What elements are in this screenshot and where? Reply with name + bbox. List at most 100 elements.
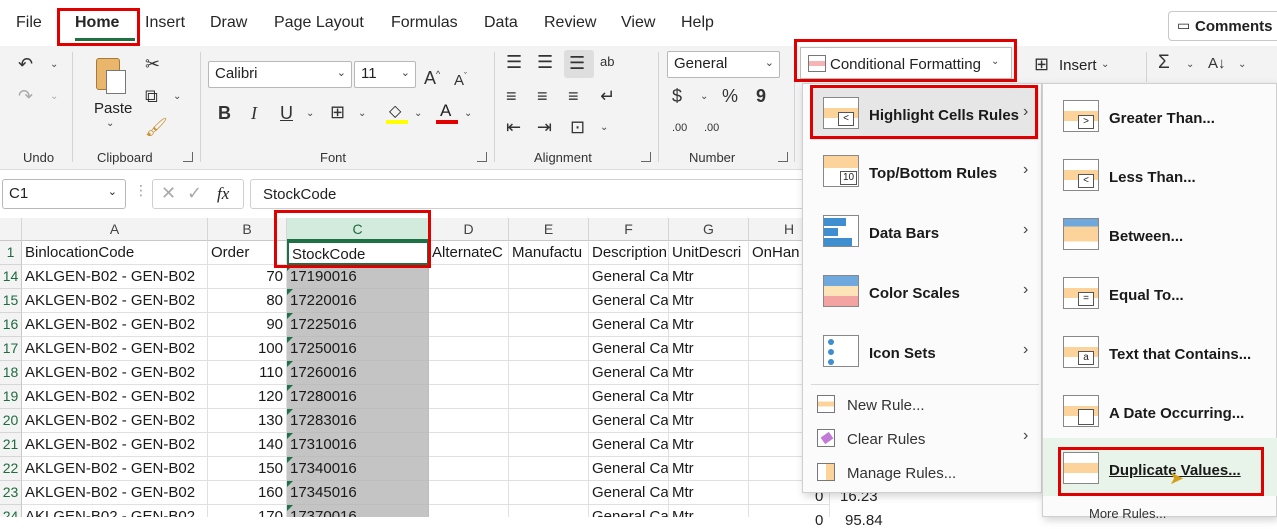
cell-a1[interactable]: BinlocationCode [22, 241, 208, 265]
table-cell[interactable]: General Ca [589, 385, 669, 409]
column-header-d[interactable]: D [429, 218, 509, 241]
tab-file[interactable]: File [16, 14, 42, 32]
tab-page-layout[interactable]: Page Layout [274, 14, 364, 32]
formula-bar-grip-icon[interactable]: ⋮ [134, 182, 148, 199]
cell-e1[interactable]: Manufactu [509, 241, 589, 265]
align-middle-icon[interactable]: ☰ [537, 52, 553, 72]
align-top-icon[interactable]: ☰ [506, 52, 522, 72]
name-box[interactable]: C1 ⌄ [2, 179, 126, 209]
conditional-formatting-button[interactable]: Conditional Formatting ⌄ [800, 47, 1012, 79]
paste-dropdown-icon[interactable]: ⌄ [106, 118, 114, 129]
cell-i24[interactable]: 95.84 [845, 512, 883, 529]
table-cell[interactable]: Mtr [669, 433, 749, 457]
comments-button[interactable]: ▭ Comments [1168, 11, 1277, 41]
table-cell[interactable] [429, 433, 509, 457]
menu-item-clear-rules[interactable]: Clear Rules › [811, 422, 1039, 454]
menu-item-manage-rules[interactable]: Manage Rules... [811, 456, 1039, 488]
table-cell[interactable]: General Ca [589, 409, 669, 433]
table-cell[interactable]: Mtr [669, 361, 749, 385]
tab-review[interactable]: Review [544, 14, 596, 32]
table-cell[interactable]: Mtr [669, 289, 749, 313]
insert-dropdown-icon[interactable]: ⌄ [1101, 59, 1109, 70]
sort-dropdown-icon[interactable]: ⌄ [1238, 59, 1246, 70]
row-header[interactable]: 15 [0, 289, 22, 313]
table-cell[interactable]: AKLGEN-B02 - GEN-B02 [22, 409, 208, 433]
increase-indent-icon[interactable]: ⇥ [537, 117, 552, 137]
table-cell[interactable]: AKLGEN-B02 - GEN-B02 [22, 385, 208, 409]
copy-icon[interactable]: ⧉ [145, 86, 158, 106]
table-cell[interactable] [429, 337, 509, 361]
cell-g1[interactable]: UnitDescri [669, 241, 749, 265]
row-header[interactable]: 16 [0, 313, 22, 337]
decrease-font-icon[interactable]: Aˇ [454, 66, 467, 91]
table-cell[interactable]: General Ca [589, 481, 669, 505]
table-cell[interactable]: 17345016 [287, 481, 429, 505]
table-cell[interactable]: 17310016 [287, 433, 429, 457]
row-header[interactable]: 22 [0, 457, 22, 481]
table-cell[interactable] [429, 385, 509, 409]
row-header[interactable]: 19 [0, 385, 22, 409]
table-cell[interactable]: 17250016 [287, 337, 429, 361]
table-cell[interactable] [429, 289, 509, 313]
menu-item-more-rules[interactable]: More Rules... [1047, 500, 1273, 521]
align-center-icon[interactable]: ≡ [537, 86, 548, 106]
tab-help[interactable]: Help [681, 14, 714, 32]
select-all-corner[interactable] [0, 218, 22, 241]
underline-button[interactable]: U [280, 103, 293, 123]
worksheet-grid[interactable]: A B C D E F G H 1 BinlocationCode Order … [0, 218, 830, 517]
table-cell[interactable]: 17260016 [287, 361, 429, 385]
table-cell[interactable]: General Ca [589, 505, 669, 517]
table-cell[interactable] [509, 385, 589, 409]
borders-icon[interactable]: ⊞ [330, 102, 345, 122]
table-cell[interactable]: AKLGEN-B02 - GEN-B02 [22, 313, 208, 337]
font-launcher-icon[interactable] [477, 152, 487, 162]
increase-font-icon[interactable]: A^ [424, 64, 440, 88]
insert-function-button[interactable]: fx [217, 184, 229, 204]
sort-filter-icon[interactable]: A↓ [1208, 54, 1226, 74]
menu-item-greater-than[interactable]: > Greater Than... [1047, 90, 1273, 144]
wrap-text-icon[interactable]: ↵ [600, 86, 615, 106]
table-cell[interactable]: 170 [208, 505, 287, 517]
table-cell[interactable]: 130 [208, 409, 287, 433]
undo-icon[interactable]: ↶ [18, 54, 33, 74]
accounting-format-button[interactable]: $ [672, 86, 682, 106]
table-cell[interactable]: Mtr [669, 385, 749, 409]
cell-f1[interactable]: Description [589, 241, 669, 265]
table-cell[interactable] [509, 337, 589, 361]
table-cell[interactable]: 17283016 [287, 409, 429, 433]
table-cell[interactable] [509, 505, 589, 517]
table-cell[interactable] [429, 505, 509, 517]
table-cell[interactable]: 70 [208, 265, 287, 289]
table-cell[interactable]: 17280016 [287, 385, 429, 409]
decrease-decimal-icon[interactable]: .00 [704, 118, 719, 138]
number-format-select[interactable]: General ⌄ [667, 51, 780, 78]
table-cell[interactable]: General Ca [589, 337, 669, 361]
row-header[interactable]: 21 [0, 433, 22, 457]
font-name-select[interactable]: Calibri ⌄ [208, 61, 352, 88]
format-painter-icon[interactable]: 🖌 [145, 117, 168, 137]
table-cell[interactable]: Mtr [669, 481, 749, 505]
accounting-dropdown-icon[interactable]: ⌄ [700, 91, 708, 102]
paste-label[interactable]: Paste [94, 100, 132, 117]
column-header-b[interactable]: B [208, 218, 287, 241]
merge-dropdown-icon[interactable]: ⌄ [600, 122, 608, 133]
table-cell[interactable]: AKLGEN-B02 - GEN-B02 [22, 361, 208, 385]
bold-button[interactable]: B [218, 103, 231, 123]
percent-style-button[interactable]: % [722, 86, 738, 106]
align-right-icon[interactable]: ≡ [568, 86, 579, 106]
table-cell[interactable] [509, 457, 589, 481]
table-cell[interactable]: General Ca [589, 361, 669, 385]
table-cell[interactable]: Mtr [669, 313, 749, 337]
menu-item-data-bars[interactable]: Data Bars › [811, 204, 1039, 258]
merge-center-icon[interactable]: ⊡ [570, 117, 585, 137]
table-cell[interactable]: General Ca [589, 289, 669, 313]
row-header[interactable]: 1 [0, 241, 22, 265]
insert-cells-icon[interactable]: ⊞ [1034, 54, 1049, 74]
table-cell[interactable]: Mtr [669, 265, 749, 289]
paste-icon[interactable] [94, 56, 128, 96]
table-cell[interactable]: 17190016 [287, 265, 429, 289]
borders-dropdown-icon[interactable]: ⌄ [358, 108, 366, 119]
table-cell[interactable]: AKLGEN-B02 - GEN-B02 [22, 505, 208, 517]
table-cell[interactable]: AKLGEN-B02 - GEN-B02 [22, 481, 208, 505]
cell-h24[interactable]: 0 [815, 512, 823, 529]
